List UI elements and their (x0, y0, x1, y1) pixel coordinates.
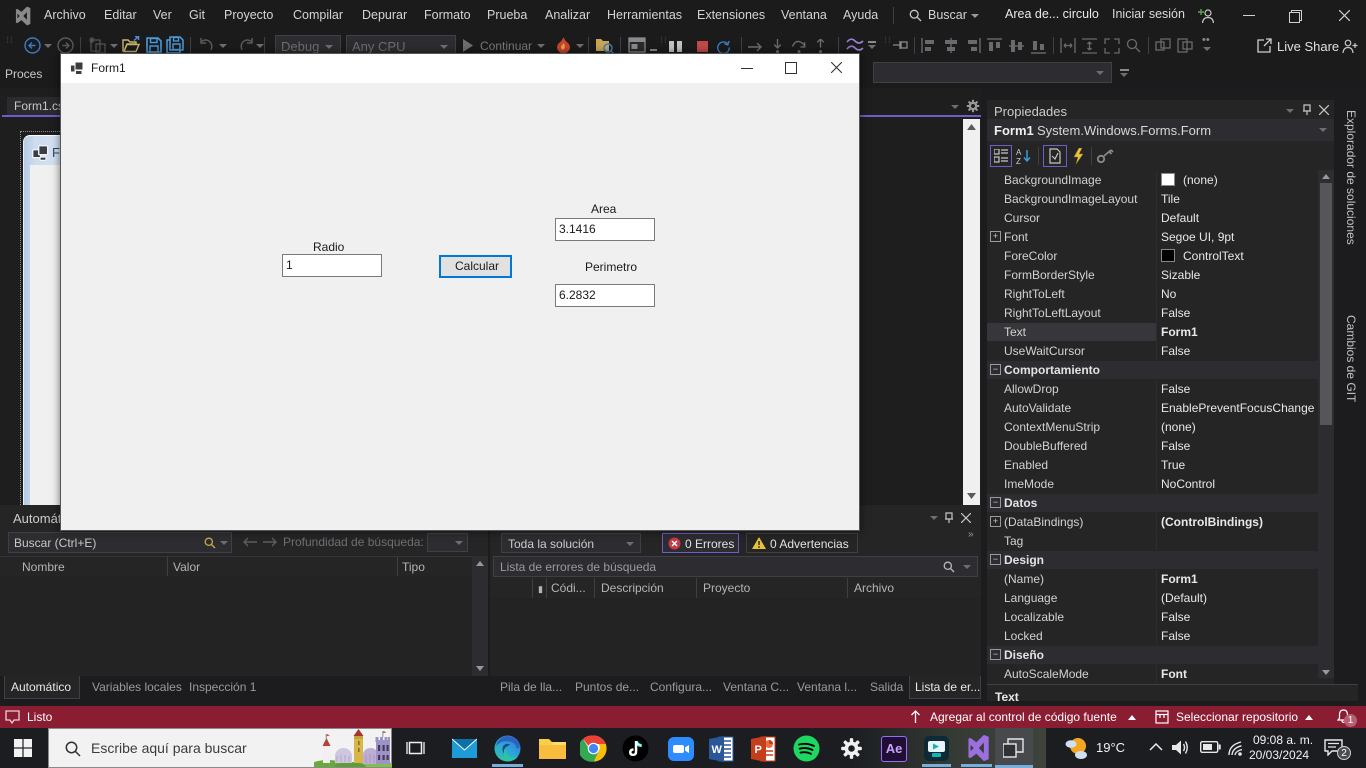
svg-text:A: A (1016, 148, 1022, 157)
svg-text:W: W (712, 744, 723, 756)
svg-text:P: P (755, 744, 762, 756)
svg-text:Z: Z (1016, 157, 1021, 164)
